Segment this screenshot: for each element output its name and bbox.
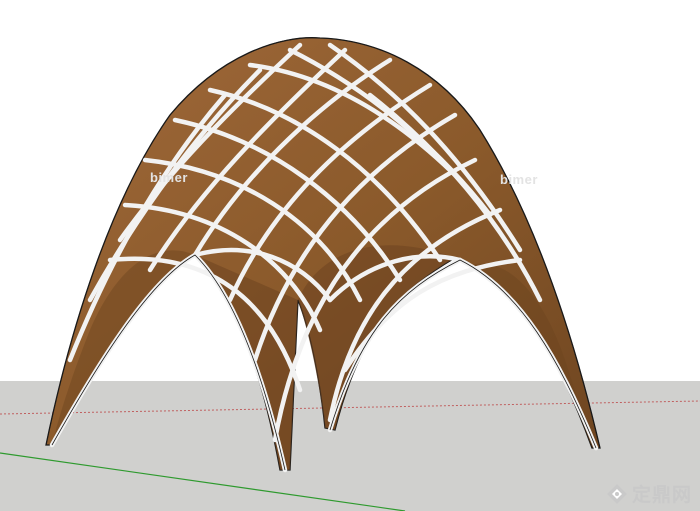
watermark-left: bimer bbox=[150, 170, 188, 185]
green-axis-line bbox=[0, 452, 406, 511]
red-axis-line bbox=[0, 400, 700, 415]
watermark-right: bimer bbox=[500, 172, 538, 187]
brand-logo: 定鼎网 bbox=[606, 480, 692, 507]
dome-inner-shade bbox=[195, 245, 455, 470]
zhulong-diamond-logo-icon bbox=[606, 483, 627, 504]
brand-label: 定鼎网 bbox=[631, 485, 692, 506]
sketchup-viewport[interactable]: bimer bimer 定鼎网 bbox=[0, 0, 700, 511]
dome-shell bbox=[45, 37, 601, 471]
gridshell-dome-model[interactable] bbox=[0, 0, 700, 511]
